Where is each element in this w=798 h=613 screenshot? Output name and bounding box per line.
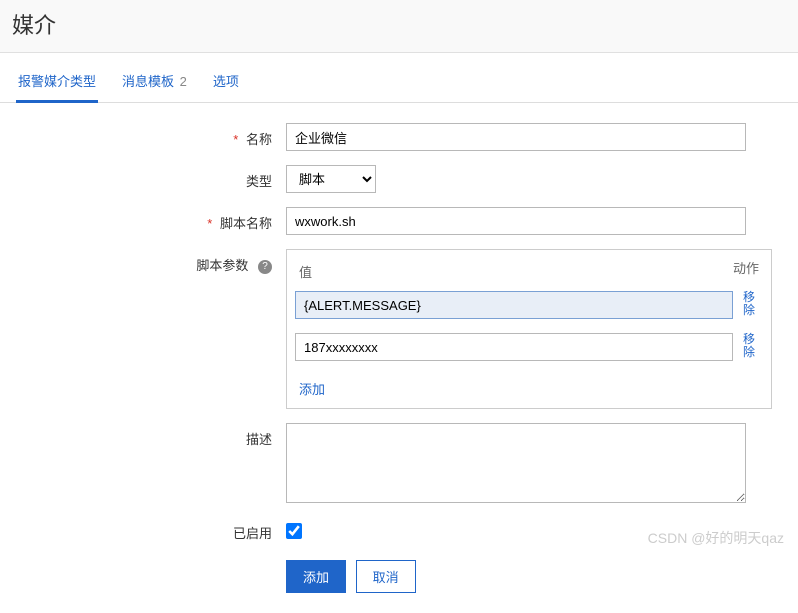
name-input[interactable]	[286, 123, 746, 151]
tab-count: 2	[180, 74, 187, 89]
submit-button[interactable]: 添加	[286, 560, 346, 593]
tab-label: 报警媒介类型	[18, 74, 96, 89]
page-title: 媒介	[0, 0, 798, 53]
params-header-value: 值	[299, 262, 733, 281]
params-box: 值 动作 移除 移除 添加	[286, 249, 772, 409]
tab-label: 选项	[213, 74, 239, 89]
tab-options[interactable]: 选项	[211, 65, 241, 102]
description-textarea[interactable]	[286, 423, 746, 503]
cancel-button[interactable]: 取消	[356, 560, 416, 593]
param-remove-link[interactable]: 移除	[743, 291, 763, 317]
tabs: 报警媒介类型 消息模板 2 选项	[0, 53, 798, 103]
param-row: 移除	[295, 291, 763, 319]
type-select[interactable]: 脚本	[286, 165, 376, 193]
label-description: 描述	[30, 423, 286, 448]
row-name: * 名称	[30, 123, 768, 151]
tab-media-type[interactable]: 报警媒介类型	[16, 65, 98, 103]
help-icon[interactable]: ?	[258, 260, 272, 274]
param-add-link[interactable]: 添加	[295, 375, 325, 400]
required-mark: *	[207, 216, 212, 231]
label-name: * 名称	[30, 123, 286, 148]
param-input[interactable]	[295, 291, 733, 319]
label-type: 类型	[30, 165, 286, 190]
watermark: CSDN @好的明天qaz	[648, 528, 784, 548]
params-header: 值 动作	[295, 258, 763, 291]
param-row: 移除	[295, 333, 763, 361]
params-header-action: 动作	[733, 262, 763, 281]
row-type: 类型 脚本	[30, 165, 768, 193]
param-remove-link[interactable]: 移除	[743, 333, 763, 359]
enabled-checkbox[interactable]	[286, 523, 302, 539]
row-script-name: * 脚本名称	[30, 207, 768, 235]
required-mark: *	[233, 132, 238, 147]
tab-message-template[interactable]: 消息模板 2	[120, 65, 189, 102]
button-row: 添加 取消	[30, 560, 768, 593]
label-script-name: * 脚本名称	[30, 207, 286, 232]
row-script-params: 脚本参数 ? 值 动作 移除 移除 添加	[30, 249, 768, 409]
param-input[interactable]	[295, 333, 733, 361]
row-description: 描述	[30, 423, 768, 503]
script-name-input[interactable]	[286, 207, 746, 235]
tab-label: 消息模板	[122, 74, 174, 89]
label-enabled: 已启用	[30, 517, 286, 542]
label-script-params: 脚本参数 ?	[30, 249, 286, 274]
